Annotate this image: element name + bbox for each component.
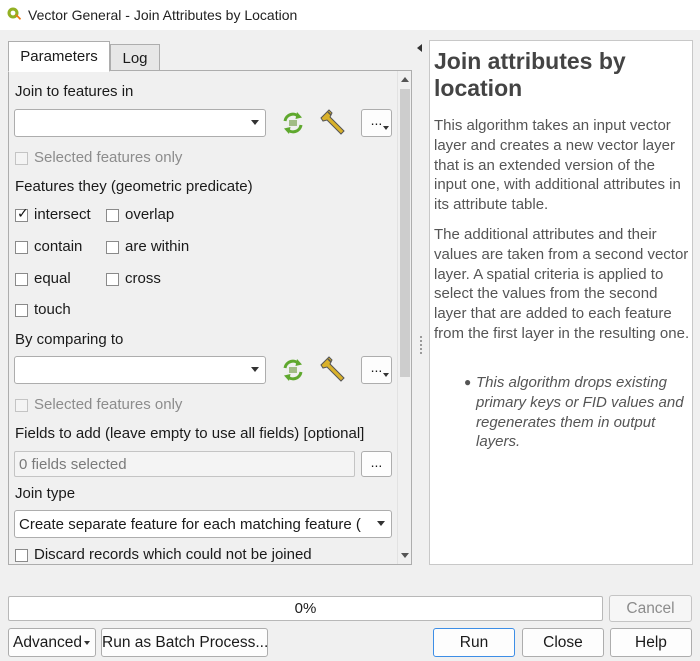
are-within-label: are within [125,238,190,255]
parameters-scroll-area: Join to features in ... Selected feature… [9,71,397,564]
window-title: Vector General - Join Attributes by Loca… [28,7,298,23]
touch-checkbox[interactable] [15,304,28,317]
join-to-options-button[interactable]: ... [361,109,392,137]
selected-only-1-checkbox[interactable] [15,152,28,165]
qgis-logo-icon [7,7,21,20]
scroll-up-icon[interactable] [401,77,409,82]
refresh-icon[interactable] [279,109,307,137]
predicate-label: Features they (geometric predicate) [15,178,253,195]
help-title: Join attributes by location [434,48,626,101]
wrench-icon[interactable] [320,355,348,383]
progress-bar: 0% [8,596,603,621]
tab-log[interactable]: Log [110,44,160,71]
chevron-down-icon [383,373,389,377]
tab-parameters[interactable]: Parameters [8,41,110,72]
collapse-left-icon[interactable] [417,44,422,52]
contain-label: contain [34,238,83,255]
join-type-combo[interactable]: Create separate feature for each matchin… [14,510,392,538]
contain-checkbox[interactable] [15,241,28,254]
chevron-down-icon [251,120,259,125]
advanced-label: Advanced [13,634,82,651]
cancel-button[interactable]: Cancel [609,595,692,622]
comparing-label: By comparing to [15,331,124,348]
cross-label: cross [125,270,161,287]
checkmark-icon: ✓ [17,206,29,222]
cross-checkbox[interactable] [106,273,119,286]
parameters-panel: Join to features in ... Selected feature… [8,70,412,565]
fields-label: Fields to add (leave empty to use all fi… [15,425,365,442]
equal-label: equal [34,270,71,287]
ellipsis-label: ... [370,454,383,470]
fields-select-button[interactable]: ... [361,451,392,477]
scroll-down-icon[interactable] [401,553,409,558]
splitter-grip-icon[interactable] [420,336,422,354]
equal-checkbox[interactable] [15,273,28,286]
help-note: This algorithm drops existing primary ke… [476,374,684,451]
parameters-scrollbar[interactable] [397,71,411,564]
ellipsis-label: ... [370,112,383,128]
discard-label: Discard records which could not be joine… [34,546,312,563]
chevron-down-icon [84,641,90,645]
progress-text: 0% [294,600,317,617]
refresh-icon[interactable] [279,356,307,384]
help-paragraph-1: This algorithm takes an input vector lay… [434,117,681,214]
run-button[interactable]: Run [433,628,515,657]
comparing-combo[interactable] [14,356,266,384]
run-batch-button[interactable]: Run as Batch Process... [101,628,268,657]
join-to-combo[interactable] [14,109,266,137]
ellipsis-label: ... [370,359,383,375]
comparing-options-button[interactable]: ... [361,356,392,384]
help-button[interactable]: Help [610,628,692,657]
discard-checkbox[interactable] [15,549,28,562]
chevron-down-icon [251,367,259,372]
scrollbar-thumb[interactable] [400,89,410,377]
title-bar: Vector General - Join Attributes by Loca… [0,0,700,30]
touch-label: touch [34,301,71,318]
fields-value: 0 fields selected [19,456,127,473]
help-paragraph-2: The additional attributes and their valu… [434,226,690,342]
intersect-label: intersect [34,206,91,223]
overlap-label: overlap [125,206,175,223]
overlap-checkbox[interactable] [106,209,119,222]
fields-input[interactable]: 0 fields selected [14,451,355,477]
join-type-label: Join type [15,485,76,502]
chevron-down-icon [383,126,389,130]
join-type-value: Create separate feature for each matchin… [19,516,361,533]
are-within-checkbox[interactable] [106,241,119,254]
selected-only-2-label: Selected features only [34,396,183,413]
close-button[interactable]: Close [522,628,604,657]
wrench-icon[interactable] [320,108,348,136]
bullet-icon: ● [464,375,472,389]
chevron-down-icon [377,521,385,526]
selected-only-2-checkbox[interactable] [15,399,28,412]
selected-only-1-label: Selected features only [34,149,183,166]
intersect-checkbox[interactable]: ✓ [15,206,29,222]
panel-splitter[interactable] [414,40,428,565]
help-panel: Join attributes by location This algorit… [429,40,693,565]
advanced-button[interactable]: Advanced [8,628,96,657]
join-to-label: Join to features in [15,83,134,100]
